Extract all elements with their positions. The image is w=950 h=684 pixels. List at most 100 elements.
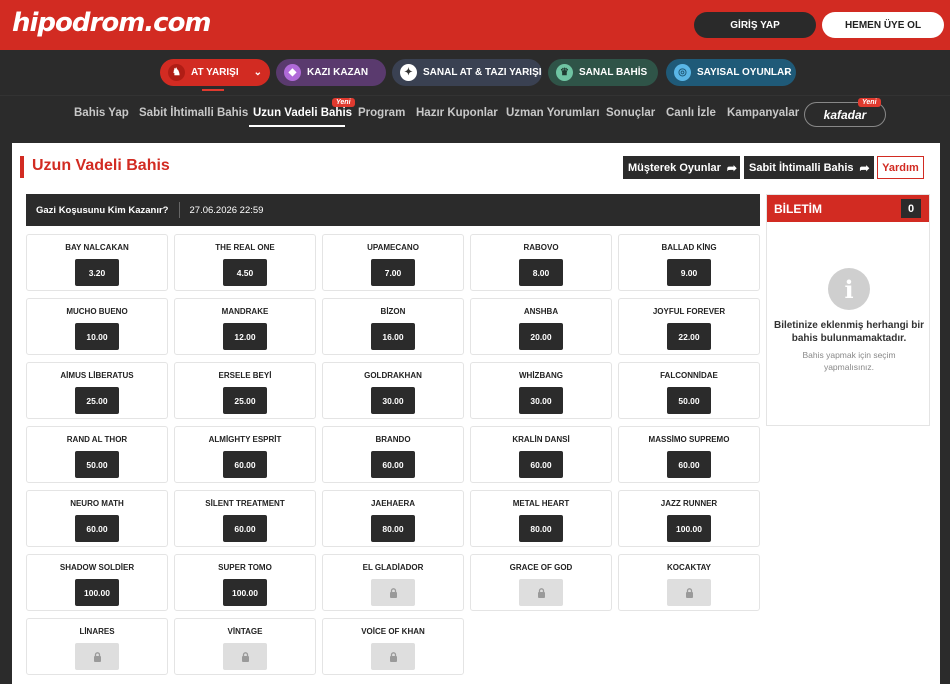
nav-uzun-vadeli[interactable]: Uzun Vadeli Bahis bbox=[253, 107, 352, 119]
category-virtual-bet[interactable]: ♛ SANAL BAHİS bbox=[548, 59, 658, 86]
horse-card: GRACE OF GOD bbox=[470, 554, 612, 611]
odd-button[interactable]: 4.50 bbox=[223, 259, 267, 286]
odd-button[interactable]: 16.00 bbox=[371, 323, 415, 350]
lottery-icon: ◎ bbox=[674, 64, 691, 81]
nav-program[interactable]: Program bbox=[358, 107, 405, 119]
betslip-empty-message: Biletinize eklenmiş herhangi bir bahis b… bbox=[773, 320, 925, 344]
odd-button[interactable]: 50.00 bbox=[75, 451, 119, 478]
virtual-race-icon: ✦ bbox=[400, 64, 417, 81]
horse-name: NEURO MATH bbox=[70, 499, 124, 508]
race-question: Gazi Koşusunu Kim Kazanır? bbox=[36, 204, 169, 216]
horse-card: GOLDRAKHAN 30.00 bbox=[322, 362, 464, 419]
horse-card: THE REAL ONE 4.50 bbox=[174, 234, 316, 291]
horse-card: LİNARES bbox=[26, 618, 168, 675]
odd-button[interactable]: 60.00 bbox=[223, 451, 267, 478]
nav-canli-izle[interactable]: Canlı İzle bbox=[666, 107, 716, 119]
odd-button[interactable]: 100.00 bbox=[75, 579, 119, 606]
category-scratch-win[interactable]: ◆ KAZI KAZAN bbox=[276, 59, 386, 86]
lock-icon bbox=[241, 651, 249, 662]
horse-name: VOİCE OF KHAN bbox=[361, 627, 425, 636]
category-lottery[interactable]: ◎ SAYISAL OYUNLAR › bbox=[666, 59, 796, 86]
horse-card: BİZON 16.00 bbox=[322, 298, 464, 355]
horse-name: MANDRAKE bbox=[221, 307, 269, 316]
odd-button[interactable]: 100.00 bbox=[667, 515, 711, 542]
horse-card: KRALİN DANSİ 60.00 bbox=[470, 426, 612, 483]
odd-button[interactable]: 30.00 bbox=[371, 387, 415, 414]
odd-button[interactable]: 60.00 bbox=[223, 515, 267, 542]
horse-name: LİNARES bbox=[79, 627, 115, 636]
horse-name: SHADOW SOLDİER bbox=[59, 563, 135, 572]
horse-card: SUPER TOMO 100.00 bbox=[174, 554, 316, 611]
betslip-count: 0 bbox=[901, 199, 921, 218]
site-logo[interactable]: hipodrom.com bbox=[12, 8, 212, 38]
horse-name: FALCONNİDAE bbox=[660, 371, 718, 380]
joint-games-button[interactable]: Müşterek Oyunlar ➦ bbox=[623, 156, 740, 179]
odd-button[interactable]: 80.00 bbox=[519, 515, 563, 542]
horse-icon: ♞ bbox=[168, 64, 185, 81]
nav-kampanyalar[interactable]: Kampanyalar bbox=[727, 107, 799, 119]
chevron-right-icon: › bbox=[784, 67, 788, 78]
horse-card: SİLENT TREATMENT 60.00 bbox=[174, 490, 316, 547]
betslip-empty-hint: Bahis yapmak için seçim yapmalısınız. bbox=[802, 350, 896, 372]
lock-icon bbox=[93, 651, 101, 662]
horse-name: GRACE OF GOD bbox=[509, 563, 573, 572]
nav-sabit-ihtimalli[interactable]: Sabit İhtimalli Bahis bbox=[139, 107, 248, 119]
odd-button[interactable]: 22.00 bbox=[667, 323, 711, 350]
category-horse-racing[interactable]: ♞ AT YARIŞI ⌄ bbox=[160, 59, 270, 86]
horse-card: BALLAD KİNG 9.00 bbox=[618, 234, 760, 291]
odd-button[interactable]: 7.00 bbox=[371, 259, 415, 286]
odd-button[interactable]: 25.00 bbox=[223, 387, 267, 414]
race-datetime: 27.06.2026 22:59 bbox=[189, 204, 264, 216]
horse-name: BAY NALCAKAN bbox=[65, 243, 129, 252]
category-virtual-race[interactable]: ✦ SANAL AT & TAZI YARIŞI bbox=[392, 59, 542, 86]
share-arrow-icon: ➦ bbox=[859, 160, 870, 175]
horse-card: MANDRAKE 12.00 bbox=[174, 298, 316, 355]
horse-name: MASSİMO SUPREMO bbox=[648, 435, 730, 444]
odd-button[interactable]: 80.00 bbox=[371, 515, 415, 542]
nav-uzman-yorumlari[interactable]: Uzman Yorumları bbox=[506, 107, 600, 119]
info-icon: i bbox=[828, 268, 870, 310]
horse-card: ANSHBA 20.00 bbox=[470, 298, 612, 355]
odd-button[interactable]: 3.20 bbox=[75, 259, 119, 286]
chevron-down-icon: ⌄ bbox=[253, 67, 262, 78]
odd-button[interactable]: 9.00 bbox=[667, 259, 711, 286]
betslip-title: BİLETİM bbox=[774, 201, 822, 216]
odd-button[interactable]: 60.00 bbox=[75, 515, 119, 542]
horse-card: KOCAKTAY bbox=[618, 554, 760, 611]
page-title: Uzun Vadeli Bahis bbox=[32, 157, 170, 174]
race-header: Gazi Koşusunu Kim Kazanır? 27.06.2026 22… bbox=[26, 194, 760, 226]
horse-name: JAZZ RUNNER bbox=[660, 499, 718, 508]
login-button[interactable]: GİRİŞ YAP bbox=[694, 12, 816, 38]
signup-button[interactable]: HEMEN ÜYE OL bbox=[822, 12, 944, 38]
odd-button[interactable]: 20.00 bbox=[519, 323, 563, 350]
horse-name: WHİZBANG bbox=[519, 371, 563, 380]
odd-button[interactable]: 10.00 bbox=[75, 323, 119, 350]
nav-hazir-kuponlar[interactable]: Hazır Kuponlar bbox=[416, 107, 498, 119]
odd-button[interactable]: 60.00 bbox=[519, 451, 563, 478]
odd-button[interactable]: 30.00 bbox=[519, 387, 563, 414]
odd-button[interactable]: 12.00 bbox=[223, 323, 267, 350]
horse-card: NEURO MATH 60.00 bbox=[26, 490, 168, 547]
locked-odd bbox=[519, 579, 563, 606]
horse-name: ANSHBA bbox=[523, 307, 559, 316]
betslip-header: BİLETİM 0 bbox=[767, 195, 929, 222]
horse-card: JAZZ RUNNER 100.00 bbox=[618, 490, 760, 547]
category-active-indicator bbox=[202, 89, 224, 91]
nav-sonuclar[interactable]: Sonuçlar bbox=[606, 107, 655, 119]
horse-card: VOİCE OF KHAN bbox=[322, 618, 464, 675]
horse-card: EL GLADİADOR bbox=[322, 554, 464, 611]
horse-card: ALMİGHTY ESPRİT 60.00 bbox=[174, 426, 316, 483]
odd-button[interactable]: 50.00 bbox=[667, 387, 711, 414]
fixed-odds-button[interactable]: Sabit İhtimalli Bahis ➦ bbox=[744, 156, 874, 179]
odd-button[interactable]: 100.00 bbox=[223, 579, 267, 606]
odd-button[interactable]: 60.00 bbox=[371, 451, 415, 478]
odd-button[interactable]: 60.00 bbox=[667, 451, 711, 478]
odd-button[interactable]: 25.00 bbox=[75, 387, 119, 414]
odd-button[interactable]: 8.00 bbox=[519, 259, 563, 286]
horse-name: EL GLADİADOR bbox=[362, 563, 424, 572]
horse-name: ALMİGHTY ESPRİT bbox=[208, 435, 282, 444]
locked-odd bbox=[667, 579, 711, 606]
help-button[interactable]: Yardım bbox=[877, 156, 924, 179]
locked-odd bbox=[371, 579, 415, 606]
nav-bahis-yap[interactable]: Bahis Yap bbox=[74, 107, 129, 119]
